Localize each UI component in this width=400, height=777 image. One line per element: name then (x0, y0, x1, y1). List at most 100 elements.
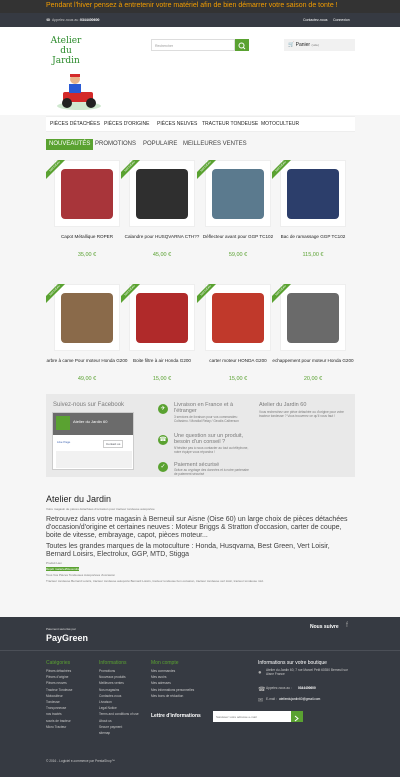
product-name[interactable]: Boite filtre à air Honda G200 (121, 358, 203, 364)
store-phone: 0344400600 (298, 686, 316, 690)
tab-meilleures-ventes[interactable]: MEILLEURES VENTES (183, 139, 247, 150)
cart-icon: 🛒 (288, 42, 295, 48)
phone-footer-icon: ☎ (258, 687, 266, 693)
product-price: 115,00 € (302, 252, 324, 258)
truck-icon: ✈ (158, 404, 168, 414)
about-highlight[interactable]: Dépôt matériel/Revendre (46, 567, 80, 571)
product-name[interactable]: Capot Métallique ROPER (46, 234, 128, 240)
product-photo (61, 293, 113, 343)
logo-tractor-icon (57, 74, 101, 110)
cart-count: (vide) (311, 43, 319, 47)
footer-categories-title: Catégories (46, 660, 71, 666)
phone-label: Appelez-nous au : (52, 18, 81, 22)
product-name[interactable]: Déflecteur avant pour GGP TC102 (197, 234, 279, 240)
new-ribbon: NOUVEAU (121, 284, 143, 306)
product-name[interactable]: arbre à came Pour moteur Honda G200 (46, 358, 128, 364)
product-photo (61, 169, 113, 219)
product-price: 49,00 € (77, 376, 97, 382)
product-card[interactable]: NOUVEAU Capot Métallique ROPER 35,00 € (46, 160, 128, 265)
new-ribbon-label: NOUVEAU (272, 160, 294, 181)
footer-categories-item[interactable]: souris de tracteur (46, 718, 72, 724)
phone-number: 0344400600 (80, 18, 100, 22)
store-address: Atelier du Jardin 60, 7 rue Marcel Petit… (266, 668, 348, 676)
footer-divider (0, 650, 400, 651)
new-ribbon: NOUVEAU (272, 160, 294, 182)
payment-label: Paiement sécurisé par (46, 627, 76, 631)
footer-info-list: Promotions Nouveaux produits Meilleures ve… (99, 668, 147, 736)
nav-item-pieces-detachees[interactable]: PIÈCES DÉTACHÉES (50, 116, 100, 132)
product-photo (212, 293, 264, 343)
footer-categories-list: Pièces détachées Pièces d'origine Pièces n… (46, 668, 72, 730)
reassurance-text-2: N'hésitez pas à nous contacter au tout a… (174, 446, 249, 454)
about-intro: Votre magasin de pièces détachées d'occa… (46, 507, 155, 511)
new-ribbon-label: NOUVEAU (121, 284, 143, 305)
product-name[interactable]: Bac de ramassage GGP TC102 (272, 234, 354, 240)
shop-info-text: Vous recherchez une pièce détachée ou d'… (259, 410, 344, 418)
new-ribbon-label: NOUVEAU (272, 284, 294, 305)
search-icon (238, 42, 246, 50)
reassurance-text-3: Grâce au cryptage des données et à notre… (174, 468, 249, 476)
footer-categories-item[interactable]: Tracteur Tondeuse (46, 687, 72, 693)
product-name[interactable]: carter moteur HONDA G200 (197, 358, 279, 364)
nav-item-pieces-neuves[interactable]: PIÈCES NEUVES (157, 116, 197, 132)
product-card[interactable]: NOUVEAU arbre à came Pour moteur Honda G2… (46, 284, 128, 389)
logo-title[interactable]: Atelier du Jardin (46, 36, 86, 66)
tab-populaire[interactable]: POPULAIRE (143, 139, 177, 150)
tab-promotions[interactable]: PROMOTIONS (95, 139, 136, 150)
new-ribbon: NOUVEAU (46, 284, 68, 306)
nav-item-pieces-origine[interactable]: PIÈCES D'ORIGINE (104, 116, 149, 132)
product-card[interactable]: NOUVEAU Bac de ramassage GGP TC102 115,00 … (272, 160, 354, 265)
product-card[interactable]: NOUVEAU carter moteur HONDA G200 15,00 € (197, 284, 279, 389)
login-link[interactable]: Connexion (333, 18, 350, 22)
product-price: 15,00 € (152, 376, 172, 382)
new-ribbon: NOUVEAU (197, 284, 219, 306)
facebook-title: Suivez-nous sur Facebook (53, 402, 125, 408)
store-email[interactable]: atelierdujardin60@gmail.com (279, 696, 320, 702)
newsletter-email-input[interactable]: Saisissez votre adresse e-mail (213, 711, 291, 722)
shop-info-title: Atelier du Jardin 60 (259, 402, 307, 408)
footer-info-item[interactable]: sitemap (99, 730, 147, 736)
footer-account-item[interactable]: Mes informations personnelles (151, 687, 194, 693)
product-price: 15,00 € (228, 376, 248, 382)
product-card[interactable]: NOUVEAU echappement pour moteur Honda G20… (272, 284, 354, 389)
product-name[interactable]: Calandre pour HUSQVARNA CTH?? (121, 234, 203, 240)
phone-icon: ☎ (46, 18, 51, 22)
newsletter-submit-button[interactable] (291, 711, 303, 722)
facebook-post (56, 451, 132, 468)
tab-nouveautes[interactable]: NOUVEAUTÉS (46, 139, 94, 150)
new-ribbon-label: NOUVEAU (197, 284, 219, 305)
facebook-contact-button[interactable]: Contact us (103, 440, 124, 448)
reassurance-title-1: Livraison en France et à l'étranger (174, 402, 234, 414)
facebook-avatar (56, 416, 70, 430)
product-card[interactable]: NOUVEAU Calandre pour HUSQVARNA CTH?? 45,0… (121, 160, 203, 265)
new-ribbon-label: NOUVEAU (46, 160, 68, 181)
product-name[interactable]: echappement pour moteur Honda G200 (272, 358, 354, 364)
facebook-widget[interactable]: Atelier du Jardin 60 Like Page Contact u… (52, 412, 134, 470)
footer-account-item[interactable]: Mes bons de réduction (151, 693, 194, 699)
footer-categories-item[interactable]: Micro Tracteur (46, 724, 72, 730)
product-photo (136, 169, 188, 219)
phone-icon-circle: ☎ (158, 435, 168, 445)
facebook-icon[interactable]: f (346, 622, 348, 629)
cart-button[interactable]: 🛒 Panier (vide) (284, 39, 355, 51)
contact-link[interactable]: Contactez-nous (303, 18, 328, 22)
map-marker-icon: ● (258, 670, 262, 676)
about-paragraph-1: Retrouvez dans votre magasin à Berneuil … (46, 516, 348, 539)
search-input[interactable]: Rechercher (151, 39, 235, 51)
new-ribbon: NOUVEAU (46, 160, 68, 182)
footer-account-title: Mon compte (151, 660, 179, 666)
paygreen-logo: PayGreen (46, 633, 89, 643)
store-email-label: E-mail : (266, 697, 277, 701)
nav-item-tracteur-tondeuse[interactable]: TRACTEUR TONDEUSE (202, 116, 258, 132)
reassurance-title-2: Une question sur un produit, besoin d'un… (174, 433, 244, 445)
product-price: 20,00 € (303, 376, 323, 382)
product-card[interactable]: NOUVEAU Déflecteur avant pour GGP TC102 59… (197, 160, 279, 265)
nav-item-motoculteur[interactable]: MOTOCULTEUR (261, 116, 299, 132)
search-button[interactable] (235, 39, 249, 51)
copyright: © 2016 - Logiciel e-commerce par PrestaS… (46, 759, 115, 763)
product-card[interactable]: NOUVEAU Boite filtre à air Honda G200 15,0… (121, 284, 203, 389)
facebook-like-button[interactable]: Like Page (57, 440, 70, 444)
product-photo (212, 169, 264, 219)
new-ribbon-label: NOUVEAU (121, 160, 143, 181)
new-ribbon-label: NOUVEAU (46, 284, 68, 305)
